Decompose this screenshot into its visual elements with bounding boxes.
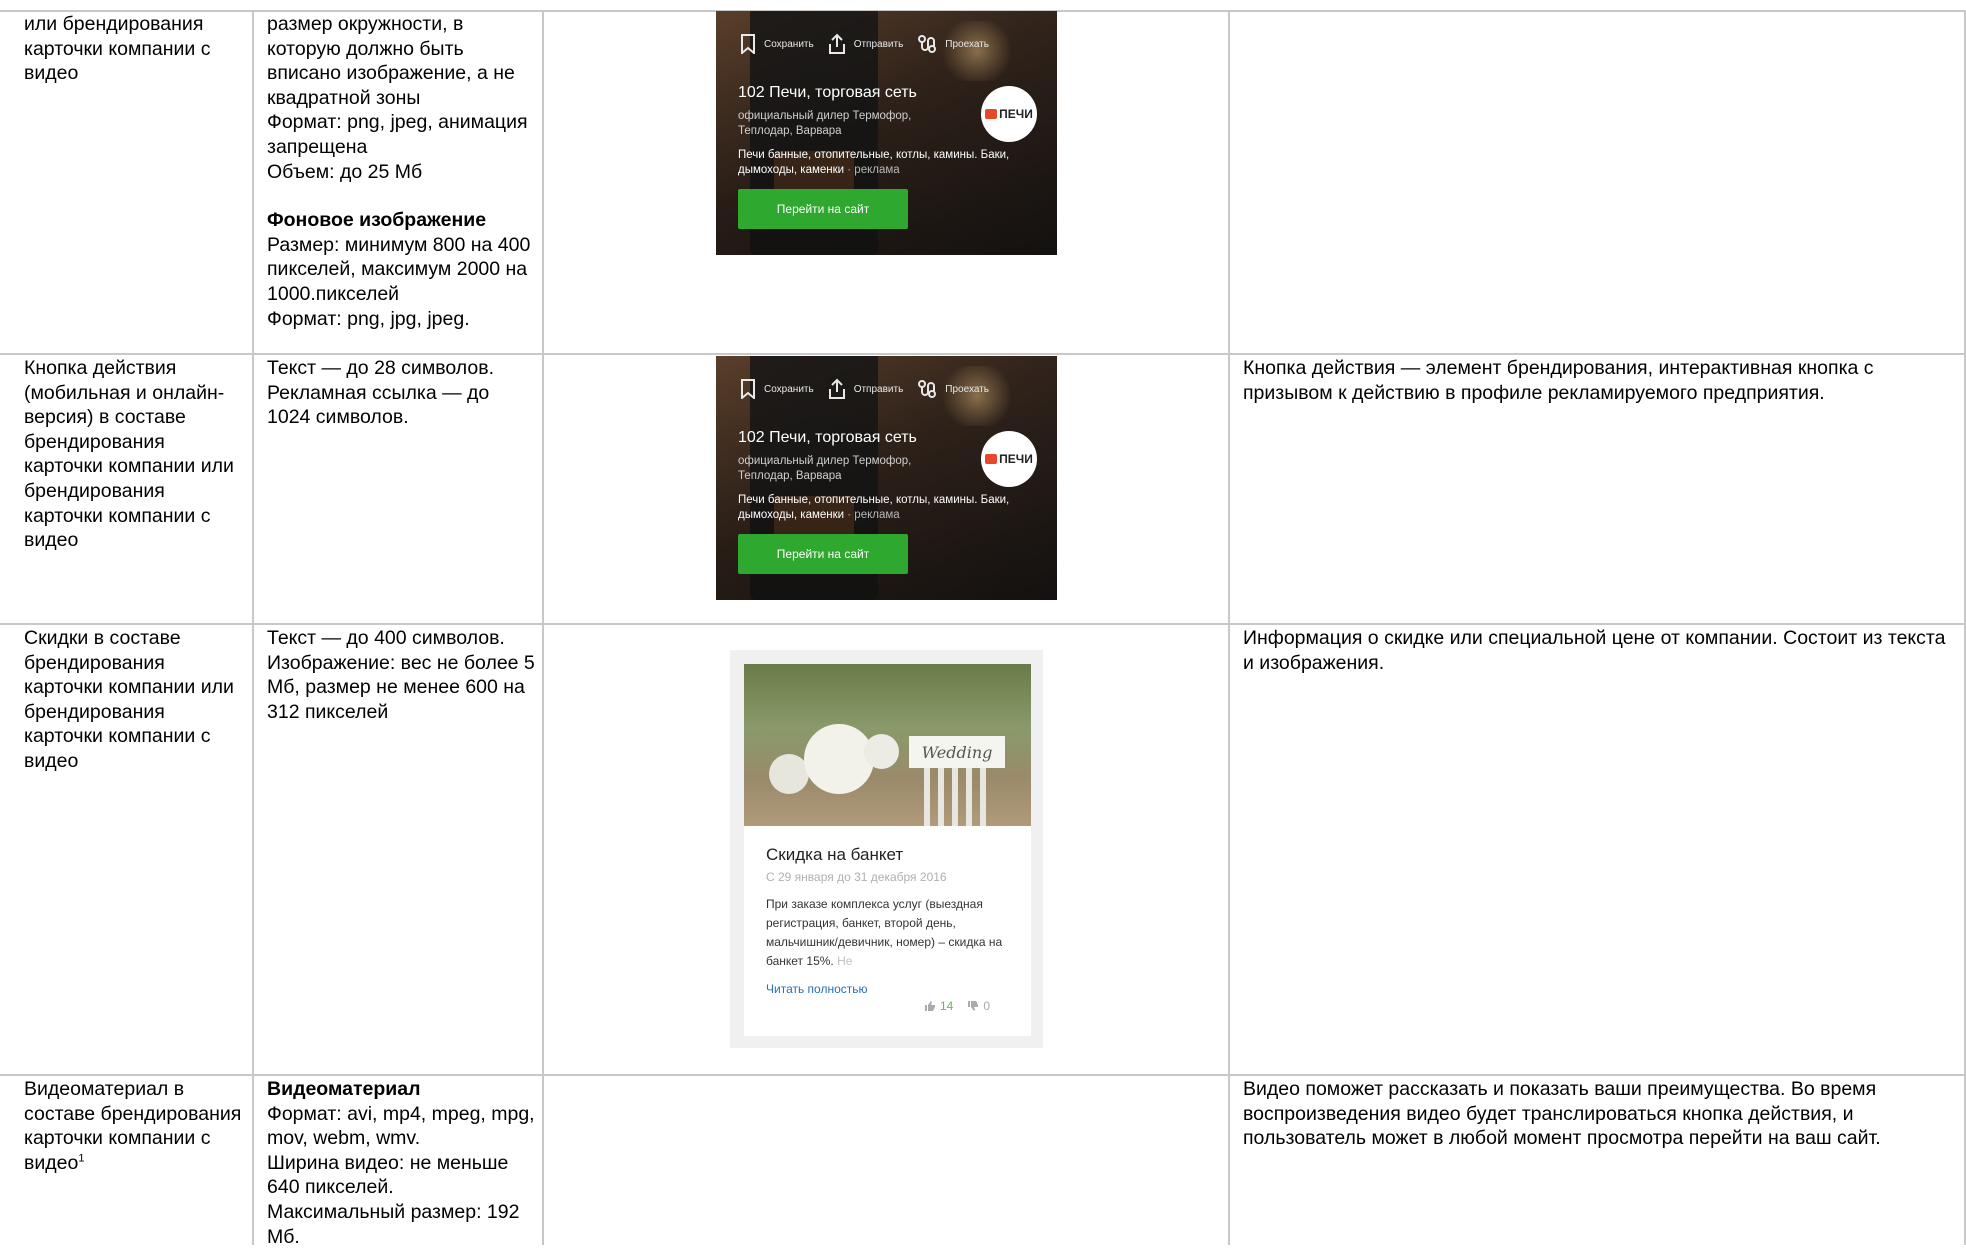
route-label: Проехать (945, 383, 989, 395)
discount-text: При заказе комплекса услуг (выездная рег… (766, 895, 1024, 971)
row-1-name: или брендирования карточки компании с ви… (24, 12, 246, 86)
ad-subtitle: официальный дилер Термофор, Теплодар, Ва… (738, 455, 912, 482)
row-name-text: Скидки в составе брендирования карточки … (24, 627, 234, 772)
ad-title: 102 Печи, торговая сеть (738, 429, 917, 446)
column-divider (1228, 10, 1230, 1245)
discount-dates: С 29 января до 31 декабря 2016 (766, 870, 947, 884)
save-label: Сохранить (764, 38, 814, 50)
row-name-text: Кнопка действия (мобильная и онлайн-верс… (24, 357, 234, 552)
footnote-marker: 1 (78, 1152, 85, 1165)
save-label: Сохранить (764, 383, 814, 395)
read-more-link[interactable]: Читать полностью (766, 982, 868, 996)
logo-text: ПЕЧИ (999, 452, 1033, 466)
requirement-heading: Видеоматериал (267, 1078, 421, 1100)
likes-count: 14 (940, 999, 954, 1013)
ad-actions: Сохранить Отправить Проехать (740, 33, 1003, 55)
requirement-text: Текст — до 28 символов. (267, 357, 495, 379)
logo-text: ПЕЧИ (999, 107, 1033, 121)
requirement-text: Формат: avi, mp4, mpeg, mpg, mov, webm, … (267, 1102, 535, 1150)
share-label: Отправить (853, 383, 904, 395)
ad-card-preview: Сохранить Отправить Проехать 102 Печи, т… (716, 11, 1057, 255)
ad-subtitle: официальный дилер Термофор, Теплодар, Ва… (738, 110, 912, 137)
column-divider (252, 10, 254, 1245)
discount-photo: Wedding (744, 664, 1031, 826)
row-divider (0, 1074, 1966, 1076)
bookmark-icon (741, 379, 755, 399)
thumbs-down-icon[interactable] (967, 1000, 979, 1012)
route-action: Проехать (917, 34, 989, 54)
go-to-site-button[interactable]: Перейти на сайт (738, 534, 908, 574)
row-divider (0, 623, 1966, 625)
row-2-description: Кнопка действия — элемент брендирования,… (1243, 356, 1953, 405)
discount-title: Скидка на банкет (766, 845, 904, 864)
requirement-heading: Фоновое изображение (267, 209, 487, 232)
column-divider (542, 10, 544, 1245)
row-2-requirements: Текст — до 28 символов. Рекламная ссылка… (267, 356, 535, 430)
ad-actions: Сохранить Отправить Проехать (740, 378, 1003, 400)
share-icon (828, 33, 845, 54)
route-icon (918, 35, 937, 53)
ad-title: 102 Печи, торговая сеть (738, 84, 917, 101)
wedding-sign: Wedding (909, 736, 1005, 768)
logo-mark-icon (985, 109, 998, 119)
description-text: Кнопка действия — элемент брендирования,… (1243, 357, 1874, 404)
go-to-site-button[interactable]: Перейти на сайт (738, 189, 908, 229)
save-action: Сохранить (740, 34, 814, 54)
row-2-name: Кнопка действия (мобильная и онлайн-верс… (24, 356, 246, 553)
bookmark-icon (741, 34, 755, 54)
route-icon (918, 380, 937, 398)
thumbs-up-icon[interactable] (924, 1000, 936, 1012)
requirement-text: Рекламная ссылка — до 1024 символов. (267, 381, 490, 429)
discount-card-preview: Wedding Скидка на банкет С 29 января до … (730, 650, 1043, 1048)
ad-mark: · реклама (847, 509, 900, 521)
document-page: или брендирования карточки компании с ви… (0, 0, 1966, 1248)
share-label: Отправить (853, 38, 904, 50)
dislikes-count: 0 (983, 999, 991, 1013)
row-4-description: Видео поможет рассказать и показать ваши… (1243, 1077, 1953, 1151)
requirement-text: Максимальный размер: 192 Мб. (267, 1200, 520, 1248)
description-text: Информация о скидке или специальной цене… (1243, 627, 1946, 674)
ad-card-preview: Сохранить Отправить Проехать 102 Печи, т… (716, 356, 1057, 600)
company-logo: ПЕЧИ (981, 431, 1037, 487)
discount-card: Wedding Скидка на банкет С 29 января до … (744, 664, 1031, 1036)
route-action: Проехать (917, 379, 989, 399)
company-logo: ПЕЧИ (981, 86, 1037, 142)
requirement-text: Объем: до 25 Мб (267, 160, 423, 183)
row-name-text: Видеоматериал в составе брендирования ка… (24, 1078, 242, 1174)
share-action: Отправить (828, 378, 904, 400)
discount-text-fade: Не (837, 954, 853, 968)
row-name-text: или брендирования карточки компании с ви… (24, 13, 211, 85)
requirement-text: Текст — до 400 символов. Изображение: ве… (267, 627, 535, 723)
share-icon (828, 378, 845, 399)
discount-votes: 14 0 (924, 999, 990, 1013)
row-3-description: Информация о скидке или специальной цене… (1243, 626, 1953, 675)
ad-mark: · реклама (847, 164, 900, 176)
logo-mark-icon (985, 454, 998, 464)
ad-description: Печи банные, отопительные, котлы, камины… (738, 493, 1038, 523)
discount-text-body: При заказе комплекса услуг (выездная рег… (766, 897, 1003, 968)
requirement-text: Ширина видео: не меньше 640 пикселей. (267, 1151, 509, 1199)
requirement-text: Формат: png, jpg, jpeg. (267, 307, 470, 330)
requirement-text: Формат: png, jpeg, анимация запрещена (267, 111, 528, 158)
ad-description: Печи банные, отопительные, котлы, камины… (738, 148, 1038, 178)
description-text: Видео поможет рассказать и показать ваши… (1243, 1078, 1881, 1150)
row-1-requirements: размер окружности, в которую должно быть… (267, 12, 535, 331)
row-3-requirements: Текст — до 400 символов. Изображение: ве… (267, 626, 535, 724)
row-3-name: Скидки в составе брендирования карточки … (24, 626, 246, 774)
share-action: Отправить (828, 33, 904, 55)
route-label: Проехать (945, 38, 989, 50)
row-4-requirements: Видеоматериал Формат: avi, mp4, mpeg, mp… (267, 1077, 535, 1249)
requirement-text: размер окружности, в которую должно быть… (267, 13, 515, 109)
requirement-text: Размер: минимум 800 на 400 пикселей, мак… (267, 233, 531, 305)
save-action: Сохранить (740, 379, 814, 399)
row-4-name: Видеоматериал в составе брендирования ка… (24, 1077, 246, 1175)
row-divider (0, 353, 1966, 355)
